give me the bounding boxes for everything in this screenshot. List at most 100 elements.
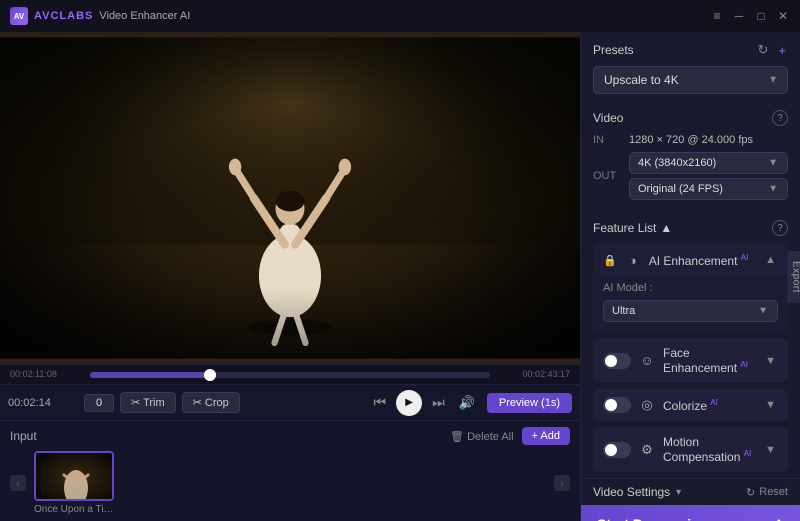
ai-enhancement-expanded: AI Model : Ultra Standard Fast ▼: [593, 276, 788, 332]
maximize-button[interactable]: □: [754, 9, 768, 23]
face-enhancement-icon: ☺: [639, 353, 655, 369]
colorize-name: Colorize AI: [663, 398, 755, 413]
filmstrip-prev[interactable]: ‹: [10, 475, 26, 491]
video-content: [0, 32, 580, 364]
video-in-value: 1280 × 720 @ 24.000 fps: [629, 134, 753, 146]
ai-model-select[interactable]: Ultra Standard Fast: [603, 300, 778, 322]
preview-button[interactable]: Preview (1s): [487, 393, 572, 413]
video-in-row: IN 1280 × 720 @ 24.000 fps: [593, 134, 788, 146]
export-tab[interactable]: Export: [788, 251, 800, 303]
film-thumbnail: [34, 451, 114, 501]
motion-expand[interactable]: ▼: [763, 442, 778, 458]
filmstrip-next[interactable]: ›: [554, 475, 570, 491]
video-out-row: OUT 4K (3840x2160) 1080p (1920x1080) 720…: [593, 152, 788, 200]
right-panel-wrapper: Presets ↻ + Upscale to 4K Upscale to 108…: [580, 32, 800, 521]
presets-add-button[interactable]: +: [776, 41, 788, 60]
feature-face-enhancement: ☺ Face Enhancement AI ▼: [593, 338, 788, 383]
motion-compensation-header: ⚙ Motion Compensation AI ▼: [593, 427, 788, 472]
feature-motion-compensation: ⚙ Motion Compensation AI ▼: [593, 427, 788, 472]
ai-model-label: AI Model :: [603, 282, 778, 294]
time-end: 00:02:43:17: [522, 365, 570, 383]
input-header: Input 🗑 Delete All + Add: [10, 427, 570, 445]
presets-select[interactable]: Upscale to 4K Upscale to 1080p Denoise D…: [593, 66, 788, 94]
start-processing-label: Start Processing: [597, 516, 708, 521]
close-button[interactable]: ✕: [776, 9, 790, 23]
feature-ai-enhancement: 🔒 ◑ AI Enhancement AI ▲ AI Model : Ultra: [593, 244, 788, 332]
motion-icon: ⚙: [639, 442, 655, 458]
face-enhancement-toggle[interactable]: [603, 353, 631, 369]
next-frame-button[interactable]: ⏭: [428, 392, 449, 413]
delete-all-button[interactable]: 🗑 Delete All: [450, 430, 514, 443]
ai-enhancement-expand[interactable]: ▲: [763, 252, 778, 268]
face-enhancement-header: ☺ Face Enhancement AI ▼: [593, 338, 788, 383]
play-button[interactable]: ▶: [396, 390, 422, 416]
prev-frame-button[interactable]: ⏮: [369, 392, 390, 413]
current-time-display: 00:02:14: [8, 397, 78, 409]
reset-button[interactable]: ↻ Reset: [746, 486, 788, 499]
ai-badge-0: AI: [741, 253, 749, 262]
video-settings-title: Video Settings ▼: [593, 485, 683, 499]
timeline-track[interactable]: [90, 372, 490, 378]
title-bar-left: AV AVCLABS Video Enhancer AI: [10, 7, 190, 25]
colorize-expand[interactable]: ▼: [763, 397, 778, 413]
app-logo-icon: AV: [10, 7, 28, 25]
face-enhancement-expand[interactable]: ▼: [763, 353, 778, 369]
video-out-label: OUT: [593, 170, 621, 182]
feature-header: Feature List ▲ ?: [593, 220, 788, 236]
video-area: [0, 32, 580, 364]
feature-section: Feature List ▲ ? 🔒 ◑ AI Enhancement AI: [581, 220, 800, 478]
timeline-handle[interactable]: [204, 369, 216, 381]
feature-help-icon[interactable]: ?: [772, 220, 788, 236]
bottom-bar: Video Settings ▼ ↻ Reset Start Processin…: [581, 478, 800, 521]
start-processing-chevron: ∧: [774, 515, 784, 521]
volume-button[interactable]: 🔊: [459, 395, 475, 411]
input-label: Input: [10, 429, 37, 443]
colorize-icon: ◎: [639, 397, 655, 413]
presets-select-wrapper: Upscale to 4K Upscale to 1080p Denoise D…: [593, 66, 788, 94]
video-section: Video ? IN 1280 × 720 @ 24.000 fps OUT 4…: [581, 110, 800, 214]
thumb-image: [36, 453, 114, 501]
app-title: Video Enhancer AI: [99, 10, 190, 22]
ai-model-select-wrapper: Ultra Standard Fast ▼: [603, 300, 778, 322]
title-controls: ≡ ─ □ ✕: [710, 9, 790, 23]
motion-toggle[interactable]: [603, 442, 631, 458]
right-panel: Presets ↻ + Upscale to 4K Upscale to 108…: [580, 32, 800, 521]
app-brand: AVCLABS: [34, 10, 93, 22]
ai-enhancement-name: AI Enhancement AI: [649, 253, 755, 268]
playback-controls: ⏮ ▶ ⏭ 🔊 Preview (1s): [369, 390, 572, 416]
colorize-toggle-knob: [605, 399, 617, 411]
trim-button[interactable]: ✂ Trim: [120, 392, 176, 413]
fps-select[interactable]: Original (24 FPS) 30 FPS 60 FPS: [629, 178, 788, 200]
add-button[interactable]: + Add: [522, 427, 570, 445]
feature-list-title: Feature List ▲: [593, 221, 672, 235]
video-in-label: IN: [593, 134, 621, 146]
timeline-progress: [90, 372, 210, 378]
list-item[interactable]: Once Upon a Time in ...: [34, 451, 114, 515]
resolution-select[interactable]: 4K (3840x2160) 1080p (1920x1080) 720p (1…: [629, 152, 788, 174]
presets-title: Presets: [593, 43, 634, 57]
main-area: 00:02:11:08 00:02:43:17 00:02:14 ✂ Trim …: [0, 32, 800, 521]
timeline-row[interactable]: 00:02:11:08 00:02:43:17: [0, 364, 580, 384]
filmstrip: ‹: [10, 451, 570, 515]
left-panel: 00:02:11:08 00:02:43:17 00:02:14 ✂ Trim …: [0, 32, 580, 521]
time-start: 00:02:11:08: [10, 365, 57, 383]
start-processing-button[interactable]: Start Processing ∧: [581, 505, 800, 521]
filmstrip-scroll: Once Upon a Time in ...: [34, 451, 546, 515]
colorize-toggle[interactable]: [603, 397, 631, 413]
video-out-selects: 4K (3840x2160) 1080p (1920x1080) 720p (1…: [629, 152, 788, 200]
minimize-button[interactable]: ─: [732, 9, 746, 23]
frame-input[interactable]: [84, 394, 114, 412]
face-toggle-knob: [605, 355, 617, 367]
video-settings-row: Video Settings ▼ ↻ Reset: [581, 479, 800, 505]
resolution-select-wrapper: 4K (3840x2160) 1080p (1920x1080) 720p (1…: [629, 152, 788, 174]
lock-icon: 🔒: [603, 254, 617, 267]
menu-button[interactable]: ≡: [710, 9, 724, 23]
motion-toggle-knob: [605, 444, 617, 456]
presets-refresh-button[interactable]: ↻: [756, 40, 771, 60]
crop-button[interactable]: ✂ Crop: [182, 392, 240, 413]
video-help-icon[interactable]: ?: [772, 110, 788, 126]
ai-enhancement-header: 🔒 ◑ AI Enhancement AI ▲: [593, 244, 788, 276]
face-enhancement-name: Face Enhancement AI: [663, 346, 755, 375]
input-actions: 🗑 Delete All + Add: [450, 427, 570, 445]
video-section-header: Video ?: [593, 110, 788, 126]
